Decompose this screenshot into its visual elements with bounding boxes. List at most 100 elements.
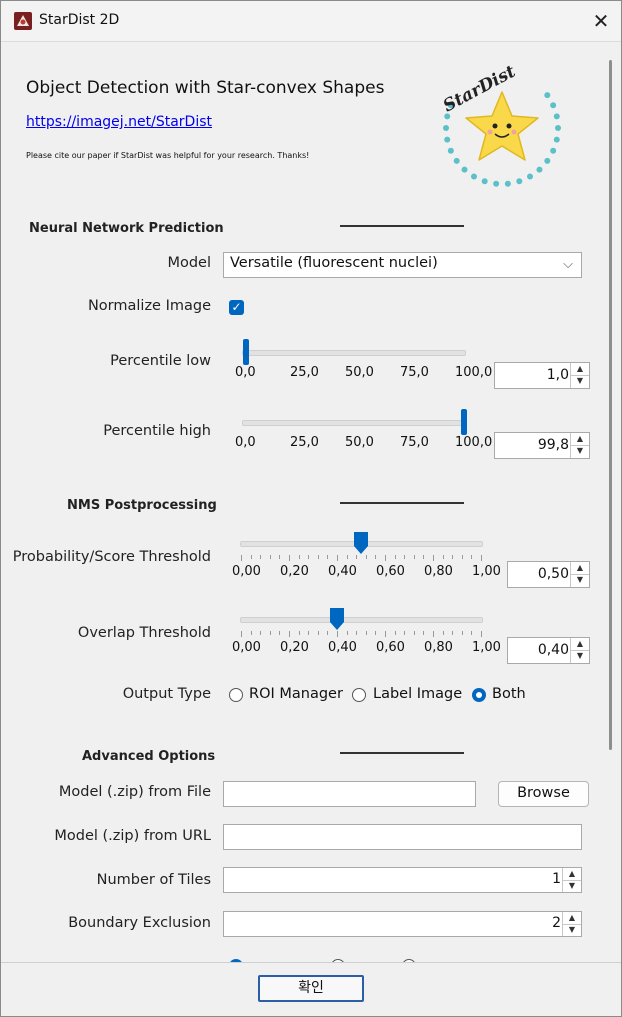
percentile-low-tick-label: 100,0 bbox=[455, 365, 493, 380]
model-url-label: Model (.zip) from URL bbox=[54, 828, 211, 844]
spinner-down-icon[interactable]: ▼ bbox=[571, 574, 589, 586]
percentile-high-track[interactable] bbox=[242, 420, 466, 426]
probability-tick-mark bbox=[385, 555, 386, 561]
logo-dot bbox=[553, 136, 560, 143]
probability-tick-mark bbox=[356, 555, 358, 559]
percentile-high-tick-label: 75,0 bbox=[400, 435, 429, 450]
probability-tick-mark bbox=[260, 555, 262, 559]
output-roi-manager-radio[interactable] bbox=[229, 688, 243, 702]
stardist-link[interactable]: https://imagej.net/StarDist bbox=[26, 114, 212, 130]
logo-dot bbox=[471, 173, 477, 180]
model-dropdown[interactable]: Versatile (fluorescent nuclei) ⌵ bbox=[223, 252, 582, 278]
overlap-threshold-spinner[interactable]: 0,40 ▲ ▼ bbox=[507, 637, 590, 664]
overlap-tick-mark bbox=[385, 631, 386, 637]
percentile-low-track[interactable] bbox=[242, 350, 466, 356]
overlap-threshold-slider-thumb[interactable] bbox=[330, 608, 344, 630]
spinner-down-icon[interactable]: ▼ bbox=[571, 445, 589, 457]
browse-button[interactable]: Browse bbox=[498, 781, 589, 807]
percentile-low-label: Percentile low bbox=[110, 353, 211, 369]
logo-dot bbox=[536, 166, 543, 173]
section-nms-postprocessing: NMS Postprocessing bbox=[67, 498, 217, 513]
probability-tick-mark bbox=[298, 555, 300, 559]
percentile-high-spinner[interactable]: 99,8 ▲ ▼ bbox=[494, 432, 590, 459]
title-bar[interactable]: StarDist 2D ✕ bbox=[1, 1, 621, 42]
vertical-scrollbar[interactable] bbox=[609, 60, 612, 750]
normalize-label: Normalize Image bbox=[87, 298, 211, 314]
percentile-low-tick-label: 50,0 bbox=[345, 365, 374, 380]
section-divider bbox=[340, 502, 464, 504]
normalize-checkbox[interactable]: ✓ bbox=[229, 300, 244, 315]
probability-threshold-slider-thumb[interactable] bbox=[354, 532, 368, 554]
overlap-tick-mark bbox=[433, 631, 434, 637]
citation-note: Please cite our paper if StarDist was he… bbox=[26, 151, 310, 160]
model-url-input[interactable] bbox=[223, 824, 582, 850]
overlap-tick-mark bbox=[260, 631, 262, 635]
section-divider bbox=[340, 752, 464, 754]
probability-tick-label: 0,00 bbox=[232, 564, 261, 579]
overlap-tick-mark bbox=[327, 631, 329, 635]
window-title: StarDist 2D bbox=[39, 12, 120, 28]
overlap-tick-mark bbox=[452, 631, 454, 635]
output-roi-manager-label[interactable]: ROI Manager bbox=[249, 686, 343, 702]
output-both-radio[interactable] bbox=[472, 688, 486, 702]
output-label-image-label[interactable]: Label Image bbox=[373, 686, 462, 702]
logo-dot bbox=[553, 113, 560, 120]
model-dropdown-value: Versatile (fluorescent nuclei) bbox=[230, 255, 438, 271]
percentile-low-spinner[interactable]: 1,0 ▲ ▼ bbox=[494, 362, 590, 389]
number-of-tiles-spinner[interactable]: 1 ▲ ▼ bbox=[223, 867, 582, 893]
boundary-exclusion-spinner[interactable]: 2 ▲ ▼ bbox=[223, 911, 582, 937]
probability-tick-mark bbox=[442, 555, 444, 559]
probability-tick-label: 1,00 bbox=[472, 564, 501, 579]
overlap-tick-mark bbox=[404, 631, 406, 635]
probability-tick-mark bbox=[375, 555, 377, 559]
logo-dot bbox=[544, 157, 551, 164]
probability-tick-label: 0,80 bbox=[424, 564, 453, 579]
section-nn-prediction: Neural Network Prediction bbox=[29, 221, 224, 236]
probability-tick-mark bbox=[289, 555, 290, 561]
close-button[interactable]: ✕ bbox=[587, 7, 615, 35]
percentile-low-value: 1,0 bbox=[546, 367, 569, 383]
logo-dot bbox=[516, 178, 523, 185]
percentile-high-label: Percentile high bbox=[103, 423, 211, 439]
probability-tick-mark bbox=[327, 555, 329, 559]
imagej-app-icon bbox=[14, 12, 32, 30]
percentile-high-slider-thumb[interactable] bbox=[460, 409, 467, 435]
model-file-input[interactable] bbox=[223, 781, 476, 807]
probability-tick-label: 0,60 bbox=[376, 564, 405, 579]
output-label-image-radio[interactable] bbox=[352, 688, 366, 702]
overlap-threshold-track[interactable] bbox=[240, 617, 483, 623]
overlap-tick-label: 0,60 bbox=[376, 640, 405, 655]
overlap-tick-mark bbox=[279, 631, 281, 635]
number-of-tiles-value: 1 bbox=[552, 871, 561, 887]
spinner-down-icon[interactable]: ▼ bbox=[571, 375, 589, 387]
percentile-low-slider-thumb[interactable] bbox=[243, 339, 250, 365]
spinner-down-icon[interactable]: ▼ bbox=[563, 880, 581, 892]
logo-dot bbox=[493, 180, 500, 187]
probability-tick-mark bbox=[279, 555, 281, 559]
probability-threshold-spinner[interactable]: 0,50 ▲ ▼ bbox=[507, 561, 590, 588]
ok-button[interactable]: 확인 bbox=[258, 975, 364, 1002]
spinner-down-icon[interactable]: ▼ bbox=[571, 650, 589, 662]
overlap-tick-label: 1,00 bbox=[472, 640, 501, 655]
percentile-low-tick-label: 0,0 bbox=[235, 365, 256, 380]
probability-tick-mark bbox=[317, 555, 319, 559]
logo-dot bbox=[504, 180, 511, 187]
probability-tick-label: 0,40 bbox=[328, 564, 357, 579]
spinner-down-icon[interactable]: ▼ bbox=[563, 924, 581, 936]
overlap-tick-mark bbox=[337, 631, 338, 637]
logo-dot bbox=[544, 92, 551, 99]
overlap-tick-mark bbox=[308, 631, 310, 635]
probability-tick-mark bbox=[337, 555, 338, 561]
overlap-tick-label: 0,00 bbox=[232, 640, 261, 655]
output-both-label[interactable]: Both bbox=[492, 686, 526, 702]
logo-dot bbox=[447, 147, 454, 154]
percentile-low-tick-label: 75,0 bbox=[400, 365, 429, 380]
overlap-tick-label: 0,80 bbox=[424, 640, 453, 655]
dialog-content: Object Detection with Star-convex Shapes… bbox=[1, 42, 621, 962]
model-file-label: Model (.zip) from File bbox=[58, 784, 211, 800]
probability-tick-mark bbox=[250, 555, 252, 559]
logo-dot bbox=[481, 178, 488, 185]
percentile-high-tick-label: 0,0 bbox=[235, 435, 256, 450]
probability-tick-mark bbox=[394, 555, 396, 559]
probability-tick-mark bbox=[346, 555, 348, 559]
